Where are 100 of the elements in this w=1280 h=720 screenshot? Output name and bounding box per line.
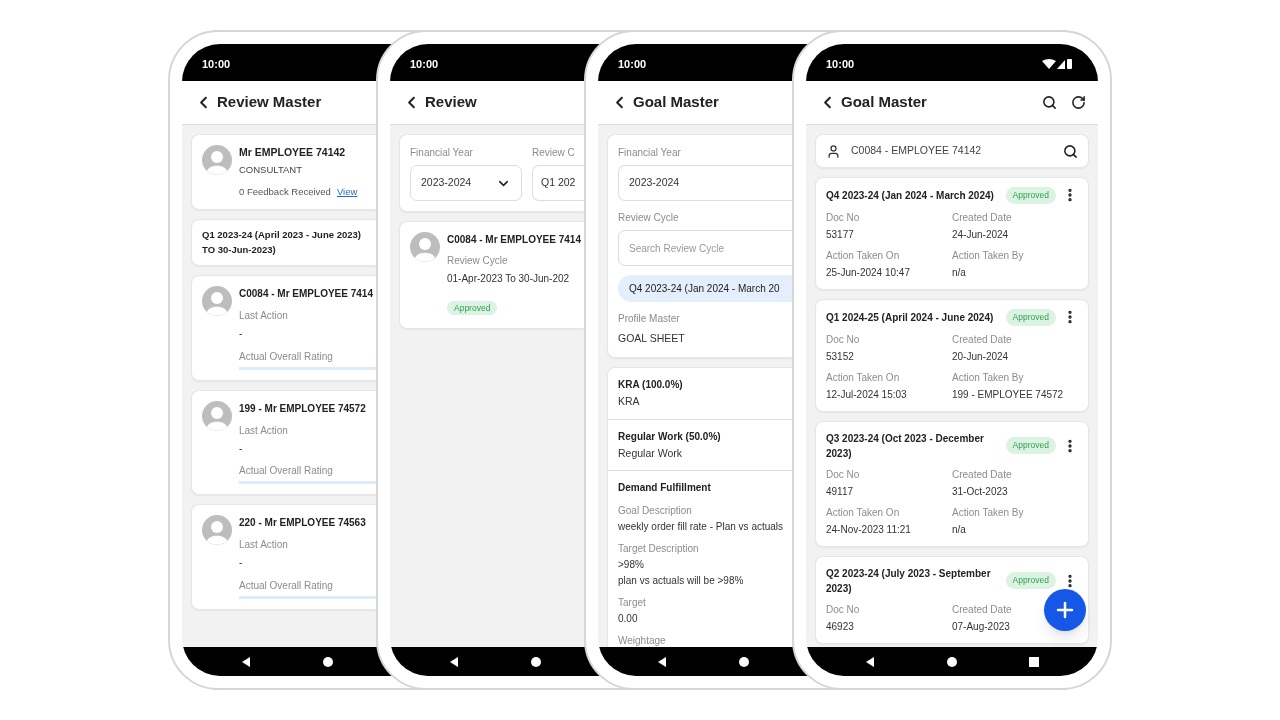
cycle-chip[interactable]: Q4 2023-24 (Jan 2024 - March 20: [618, 275, 792, 302]
field-value: 07-Aug-2023: [952, 619, 1010, 634]
field-label: Action Taken By: [952, 370, 1024, 385]
search-field[interactable]: Search Review Cycle: [618, 230, 792, 266]
field-value: 01-Apr-2023 To 30-Jun-202: [447, 272, 570, 286]
status-time: 10:00: [410, 57, 439, 73]
avatar-icon: [202, 515, 232, 546]
goal-card[interactable]: Q2 2023-24 (July 2023 - September 2023) Approved Doc No 46923 Created Date 07-Aug-2023: [815, 555, 1089, 644]
nav-back-icon[interactable]: [241, 656, 251, 667]
employee-name: 220 - Mr EMPLOYEE 74563: [239, 516, 366, 531]
status-badge: Approved: [447, 301, 498, 315]
field-label: Last Action: [239, 308, 288, 323]
field-value: 24-Jun-2024: [952, 227, 1009, 242]
field-label: Goal Description: [618, 504, 692, 519]
employee-card[interactable]: C0084 - Mr EMPLOYEE 7414 Last Action - Actual Overall Rating: [191, 274, 376, 381]
section-title: Regular Work (50.0%): [618, 429, 721, 444]
screen-title: Goal Master: [841, 92, 927, 113]
field-label: Last Action: [239, 423, 288, 438]
field-value: 12-Jul-2024 15:03: [826, 387, 907, 402]
screen-title: Review Master: [217, 92, 322, 113]
field-label: Target Description: [618, 542, 699, 557]
field-value: >98%: [618, 558, 644, 573]
field-label: Review Cycle: [618, 211, 679, 225]
field-label: Review Cycle: [447, 254, 508, 268]
goal-card[interactable]: Q3 2023-24 (Oct 2023 - December 2023) Approved Doc No 49117 Created Date 31-Oct-2023 Action Taken On 24-Nov-2023 11:21 Action Taken By n/a: [815, 420, 1089, 547]
section-title: KRA (100.0%): [618, 377, 683, 392]
field-label: Last Action: [239, 538, 288, 553]
field-value: 0.00: [618, 612, 638, 627]
avatar-icon: [202, 285, 232, 316]
status-badge: Approved: [1005, 437, 1056, 454]
nav-back-icon[interactable]: [865, 656, 875, 667]
field-label: Doc No: [826, 602, 860, 617]
field-label: Review C: [532, 146, 575, 160]
refresh-icon[interactable]: [1071, 95, 1086, 110]
field-value: weekly order fill rate - Plan vs actuals: [618, 520, 784, 535]
field-label: Doc No: [826, 210, 860, 225]
designation: CONSULTANT: [239, 162, 302, 177]
field-value: n/a: [952, 522, 966, 537]
field-label: Doc No: [826, 467, 860, 482]
review-card[interactable]: C0084 - Mr EMPLOYEE 7414 Review Cycle 01-Apr-2023 To 30-Jun-202 Approved: [399, 221, 584, 329]
nav-home-icon[interactable]: [531, 656, 541, 667]
employee-card[interactable]: 220 - Mr EMPLOYEE 74563 Last Action - Actual Overall Rating: [191, 504, 376, 610]
goal-period: Q3 2023-24 (Oct 2023 - December 2023): [826, 431, 985, 461]
status-badge: Approved: [1005, 308, 1056, 326]
field-label: Created Date: [952, 602, 1012, 617]
status-badge: Approved: [1005, 572, 1056, 589]
employee-name: C0084 - Mr EMPLOYEE 7414: [447, 233, 581, 247]
employee-name: Mr EMPLOYEE 74142: [239, 145, 346, 160]
avatar-icon: [202, 400, 232, 431]
field-value: 31-Oct-2023: [952, 484, 1008, 499]
goal-card[interactable]: Q1 2024-25 (April 2024 - June 2024) Approved Doc No 53152 Created Date 20-Jun-2024 Action Taken On 12-Jul-2024 15:03 Action Taken By 199 - EMPLOYEE 74572: [815, 298, 1089, 412]
nav-home-icon[interactable]: [323, 656, 333, 667]
field-value: 46923: [826, 619, 854, 634]
feedback-count: 0 Feedback Received: [239, 185, 331, 199]
field-value: -: [239, 555, 243, 571]
field-value: 20-Jun-2024: [952, 349, 1009, 364]
select-field[interactable]: 2023-2024: [410, 165, 522, 201]
period-title: TO 30-Jun-2023): [202, 242, 276, 257]
field-value: -: [239, 325, 243, 341]
field-value: 25-Jun-2024 10:47: [826, 265, 910, 280]
status-time: 10:00: [826, 57, 855, 73]
nav-back-icon[interactable]: [657, 656, 667, 667]
period-title: Q1 2023-24 (April 2023 - June 2023): [202, 228, 361, 243]
screen-title: Review: [425, 92, 477, 113]
field-label: Financial Year: [410, 146, 473, 160]
employee-name: C0084 - Mr EMPLOYEE 7414: [239, 286, 373, 301]
field-label: Created Date: [952, 467, 1012, 482]
nav-home-icon[interactable]: [947, 656, 957, 667]
goal-card[interactable]: Q4 2023-24 (Jan 2024 - March 2024) Approved Doc No 53177 Created Date 24-Jun-2024 Action Taken On 25-Jun-2024 10:47 Action Taken By n/a: [815, 177, 1089, 290]
field-value: 24-Nov-2023 11:21: [826, 522, 911, 537]
search-icon: [1063, 143, 1078, 159]
employee-card[interactable]: 199 - Mr EMPLOYEE 74572 Last Action - Actual Overall Rating: [191, 389, 376, 496]
nav-home-icon[interactable]: [739, 656, 749, 667]
field-label: Profile Master: [618, 312, 680, 326]
employee-search-field[interactable]: C0084 - EMPLOYEE 74142: [815, 134, 1089, 168]
goal-period: Q2 2023-24 (July 2023 - September 2023): [826, 566, 992, 596]
view-link[interactable]: View: [336, 185, 358, 200]
status-badge: Approved: [1005, 187, 1056, 204]
section-subtitle: KRA: [618, 393, 640, 409]
field-value: -: [239, 440, 243, 456]
field-label: Actual Overall Rating: [239, 579, 333, 593]
field-label: Target: [618, 596, 646, 611]
field-label: Actual Overall Rating: [239, 349, 333, 364]
field-label: Financial Year: [618, 146, 681, 160]
field-value: n/a: [952, 265, 966, 280]
year-field[interactable]: 2023-2024: [618, 165, 792, 201]
field-label: Actual Overall Rating: [239, 464, 333, 479]
field-label: Action Taken On: [826, 248, 900, 263]
employee-name: 199 - Mr EMPLOYEE 74572: [239, 401, 366, 416]
status-time: 10:00: [202, 57, 231, 73]
section-subtitle: Regular Work: [618, 445, 682, 461]
field-label: Created Date: [952, 210, 1012, 225]
goal-period: Q4 2023-24 (Jan 2024 - March 2024): [826, 188, 995, 203]
field-label: Action Taken On: [826, 505, 900, 520]
goal-period: Q1 2024-25 (April 2024 - June 2024): [826, 310, 995, 325]
field-value: 53152: [826, 349, 854, 364]
avatar-icon: [202, 145, 232, 175]
nav-recents-icon[interactable]: [1029, 656, 1039, 667]
search-icon[interactable]: [1042, 95, 1057, 110]
nav-back-icon[interactable]: [449, 656, 459, 667]
